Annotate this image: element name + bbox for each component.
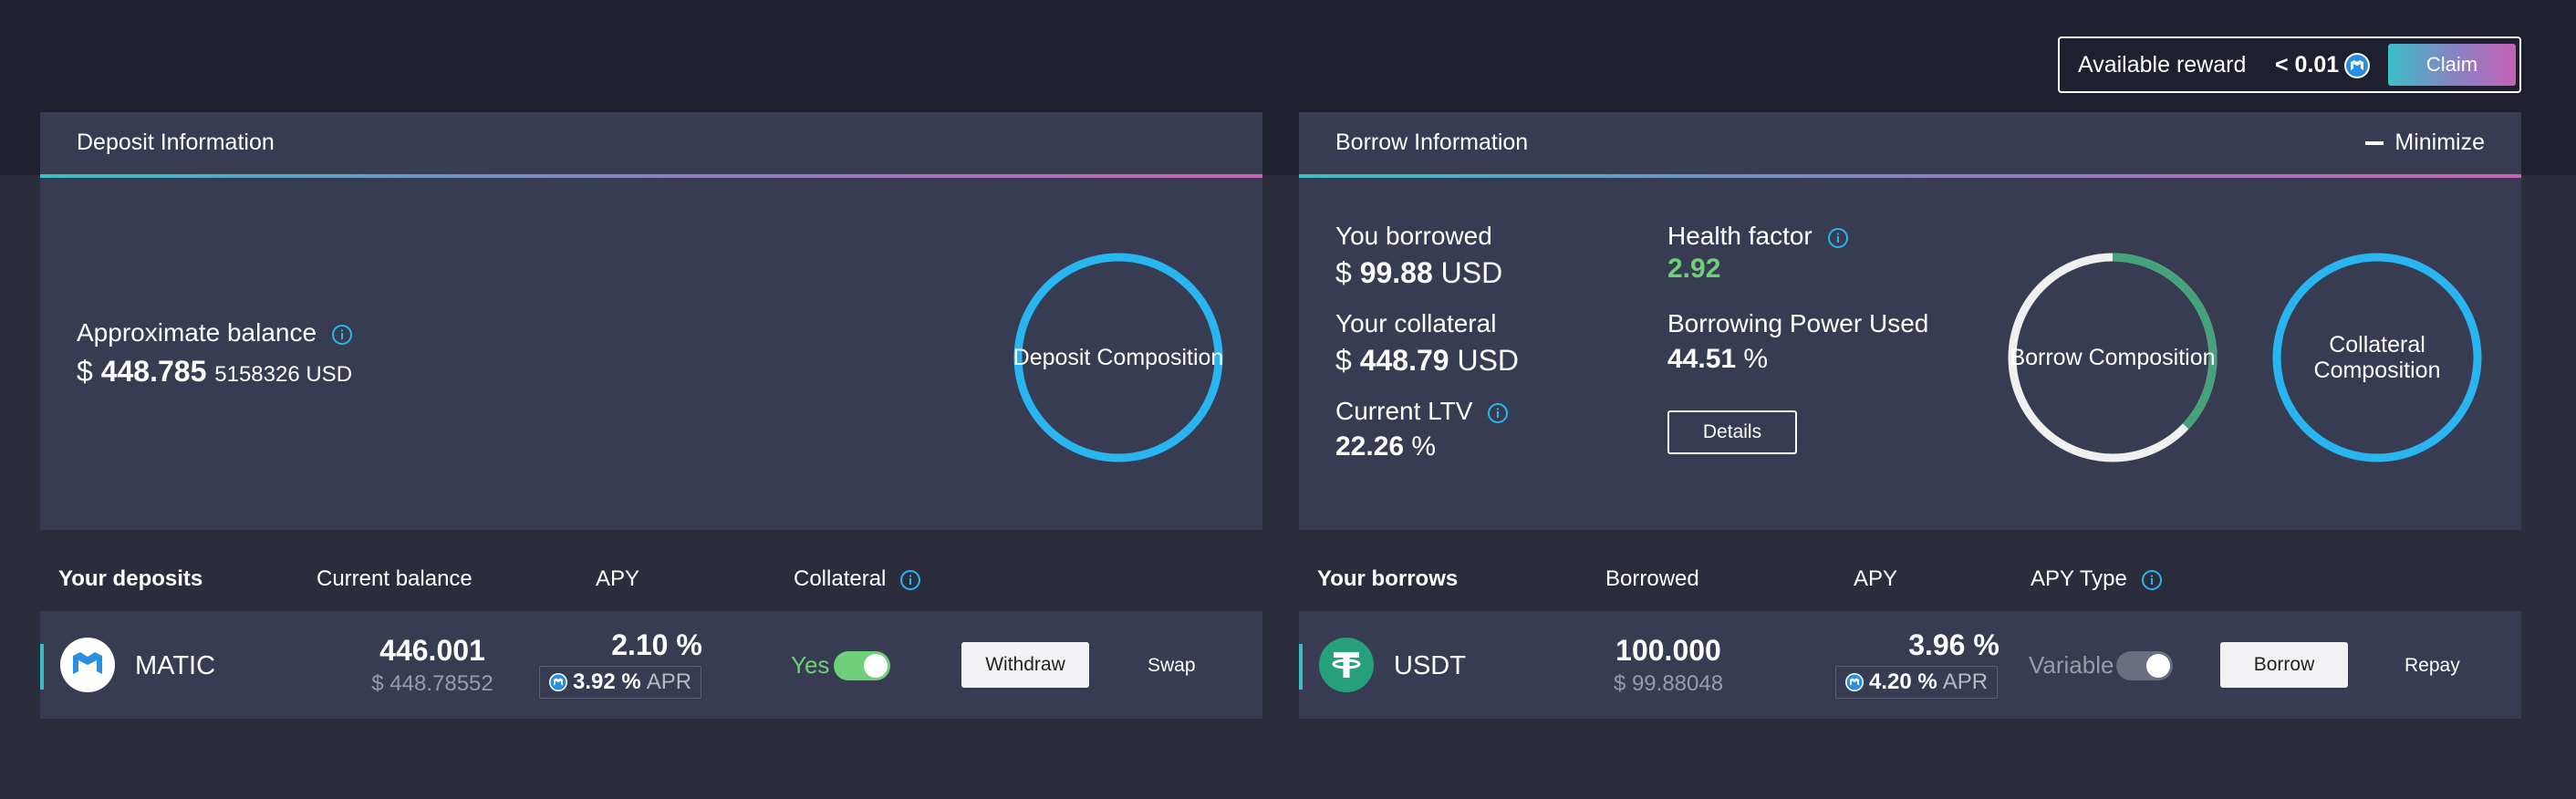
borrowing-power-value: 44.51 % [1667,344,1769,374]
row-accent [40,644,44,690]
toggle-knob [864,654,888,678]
asset-name: MATIC [135,651,216,680]
gradient-divider [1299,174,2521,178]
your-collateral-label: Your collateral [1335,309,1497,337]
your-collateral-value: $ 448.79 USD [1335,344,1520,377]
apy-type-toggle[interactable] [2116,651,2173,680]
apy-type-status: Variable [2029,651,2114,679]
you-borrowed-value: $ 99.88 USD [1335,256,1503,289]
borrow-button[interactable]: Borrow [2220,642,2348,688]
health-factor-label: Health factor [1667,222,1849,251]
details-button[interactable]: Details [1667,410,1797,454]
header-apy: APY [1854,566,1898,591]
deposit-composition-label: Deposit Composition [1013,345,1224,370]
borrowed-amount: 100.000 [1615,634,1721,667]
matic-icon [60,638,115,692]
minimize-button[interactable]: Minimize [2365,130,2485,156]
header-apy: APY [596,566,640,591]
row-accent [1299,644,1303,690]
matic-icon [1845,673,1864,691]
collateral-composition-label: Collateral Composition [2313,332,2441,383]
available-reward-box: Available reward < 0.01 Claim [2058,36,2521,93]
repay-button[interactable]: Repay [2405,655,2460,677]
deposit-panel-title: Deposit Information [77,130,275,155]
borrow-panel-title: Borrow Information [1335,130,1529,155]
current-ltv-value: 22.26 % [1335,431,1437,462]
header-collateral: Collateral [794,566,921,592]
deposit-apy: 2.10 % [611,628,702,661]
deposit-balance-usd: $ 448.78552 [371,671,493,696]
info-icon[interactable] [331,324,353,346]
deposit-information-panel: Deposit Information Approximate balance … [40,112,1262,530]
health-factor-value: 2.92 [1667,254,1721,284]
info-icon[interactable] [2141,569,2163,591]
borrow-panel-header: Borrow Information Minimize [1299,112,2521,174]
asset-name: USDT [1394,651,1466,680]
deposit-apr-badge: 3.92 % APR [539,666,702,699]
current-ltv-label: Current LTV [1335,397,1509,426]
info-icon[interactable] [899,569,921,591]
info-icon[interactable] [1827,227,1849,249]
header-borrowed: Borrowed [1605,566,1699,591]
deposit-composition-chart[interactable]: Deposit Composition [1013,252,1224,463]
withdraw-button[interactable]: Withdraw [961,642,1089,688]
you-borrowed-label: You borrowed [1335,222,1492,250]
approximate-balance-label: Approximate balance [77,318,353,348]
borrow-information-panel: Borrow Information Minimize You borrowed… [1299,112,2521,530]
borrow-composition-chart[interactable]: Borrow Composition [2007,252,2218,463]
borrow-apr-badge: 4.20 % APR [1835,666,1999,699]
borrow-composition-label: Borrow Composition [2010,345,2216,370]
header-apy-type: APY Type [2031,566,2163,592]
reward-value: < 0.01 [2275,51,2340,78]
collateral-composition-chart[interactable]: Collateral Composition [2271,252,2483,463]
deposit-row[interactable]: MATIC 446.001 $ 448.78552 2.10 % 3.92 % … [40,611,1262,719]
swap-button[interactable]: Swap [1148,655,1196,677]
borrow-apy: 3.96 % [1908,628,2000,661]
borrowed-amount-usd: $ 99.88048 [1613,671,1724,696]
header-your-deposits: Your deposits [58,566,203,591]
reward-label: Available reward [2078,51,2247,78]
borrowing-power-label: Borrowing Power Used [1667,309,1929,337]
info-icon[interactable] [1487,402,1509,424]
header-your-borrows: Your borrows [1317,566,1459,591]
toggle-knob [2146,654,2170,678]
minus-icon [2365,140,2384,145]
tether-icon [1319,638,1374,692]
collateral-toggle[interactable] [834,651,890,680]
deposit-balance: 446.001 [379,634,485,667]
matic-icon [2344,53,2370,78]
gradient-divider [40,174,1262,178]
borrow-row[interactable]: USDT 100.000 $ 99.88048 3.96 % 4.20 % AP… [1299,611,2521,719]
claim-button[interactable]: Claim [2388,44,2516,86]
collateral-status: Yes [791,651,830,679]
header-current-balance: Current balance [317,566,473,591]
matic-icon [549,673,567,691]
approximate-balance-value: $ 448.785 5158326 USD [77,355,353,388]
deposit-panel-header: Deposit Information [40,112,1262,174]
